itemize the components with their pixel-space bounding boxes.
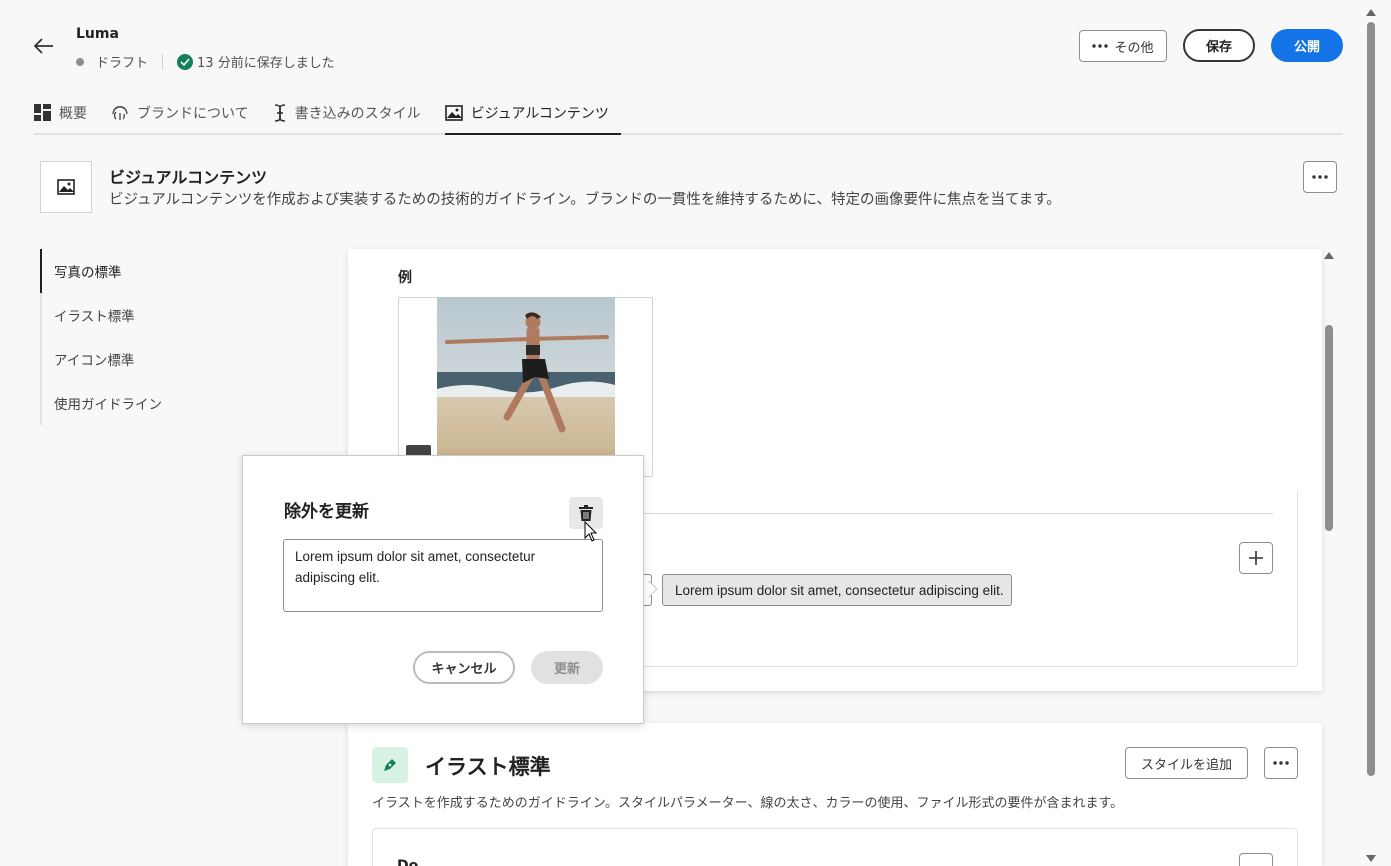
nav-item-photo-standards[interactable]: 写真の標準 xyxy=(40,249,210,293)
ellipsis-icon xyxy=(1273,761,1289,765)
status-dot xyxy=(76,57,84,66)
back-button[interactable] xyxy=(28,30,60,62)
illustration-title: イラスト標準 xyxy=(425,755,551,779)
section-description: ビジュアルコンテンツを作成および実装するための技術的ガイドライン。ブランドの一貫… xyxy=(109,192,1061,208)
illustration-more-button[interactable] xyxy=(1264,747,1298,779)
app-title: Luma xyxy=(76,26,119,42)
saved-time: 13 分前に保存しました xyxy=(197,56,335,71)
example-label: 例 xyxy=(398,270,412,286)
tab-writing-style[interactable]: 書き込みのスタイル xyxy=(273,92,433,133)
tab-label: 書き込みのスタイル xyxy=(294,105,421,122)
illustration-do-box xyxy=(372,828,1298,866)
arrow-left-icon xyxy=(34,38,53,54)
tab-label: ブランドについて xyxy=(137,105,249,122)
add-do-button[interactable] xyxy=(1239,853,1273,866)
exclusion-textarea[interactable]: Lorem ipsum dolor sit amet, consectetur … xyxy=(283,539,603,612)
update-button[interactable]: 更新 xyxy=(531,651,603,684)
nav-item-usage-guidelines[interactable]: 使用ガイドライン xyxy=(42,381,210,425)
text-cursor-icon xyxy=(274,103,285,122)
tab-bar: 概要 ブランドについて 書き込みのスタイル ビジュアルコンテンツ xyxy=(34,92,1343,135)
tab-visual-content[interactable]: ビジュアルコンテンツ xyxy=(444,92,622,135)
section-more-button[interactable] xyxy=(1303,161,1337,193)
page-scrollbar-thumb[interactable] xyxy=(1367,22,1375,776)
nav-item-illustration-standards[interactable]: イラスト標準 xyxy=(42,293,210,337)
fingerprint-icon xyxy=(112,105,128,120)
plus-icon xyxy=(1249,551,1263,565)
panel-scrollbar-thumb[interactable] xyxy=(1325,325,1333,531)
page-scroll-down-icon[interactable] xyxy=(1366,855,1376,862)
cancel-button[interactable]: キャンセル xyxy=(413,651,515,684)
trash-icon xyxy=(579,505,593,521)
popover-title: 除外を更新 xyxy=(284,502,369,522)
mouse-cursor-icon xyxy=(584,521,597,542)
tab-label: 概要 xyxy=(59,105,87,122)
ellipsis-icon xyxy=(1092,44,1109,48)
divider xyxy=(162,53,164,70)
scroll-up-icon[interactable] xyxy=(1324,252,1334,259)
page-scroll-up-icon[interactable] xyxy=(1366,9,1376,16)
section-nav: 写真の標準 イラスト標準 アイコン標準 使用ガイドライン xyxy=(40,249,210,425)
image-icon xyxy=(444,104,463,121)
add-exclusion-button[interactable] xyxy=(1239,542,1273,574)
illustration-description: イラストを作成するためのガイドライン。スタイルパラメーター、線の太さ、カラーの使… xyxy=(372,796,1124,811)
add-style-button[interactable]: スタイルを追加 xyxy=(1125,747,1248,779)
section-title: ビジュアルコンテンツ xyxy=(109,168,268,187)
check-circle-icon xyxy=(177,53,194,70)
tab-about-brand[interactable]: ブランドについて xyxy=(111,92,261,133)
example-photo xyxy=(437,297,615,455)
status-label: ドラフト xyxy=(96,56,149,71)
status-row: ドラフト 13 分前に保存しました xyxy=(76,52,335,71)
tab-overview[interactable]: 概要 xyxy=(34,92,99,133)
more-button[interactable]: その他 xyxy=(1079,30,1167,62)
exclusion-tag[interactable]: Lorem ipsum dolor sit amet, consectetur … xyxy=(662,574,1012,606)
pen-icon xyxy=(372,747,408,783)
tab-label: ビジュアルコンテンツ xyxy=(470,105,609,122)
illustration-do-label: Do xyxy=(397,858,419,866)
save-button[interactable]: 保存 xyxy=(1183,29,1255,62)
ellipsis-icon xyxy=(1312,175,1328,179)
section-icon-box xyxy=(40,161,92,213)
grid-icon xyxy=(34,104,51,121)
nav-item-icon-standards[interactable]: アイコン標準 xyxy=(42,337,210,381)
image-icon xyxy=(57,179,75,195)
more-label: その他 xyxy=(1114,40,1154,56)
publish-button[interactable]: 公開 xyxy=(1271,29,1343,62)
